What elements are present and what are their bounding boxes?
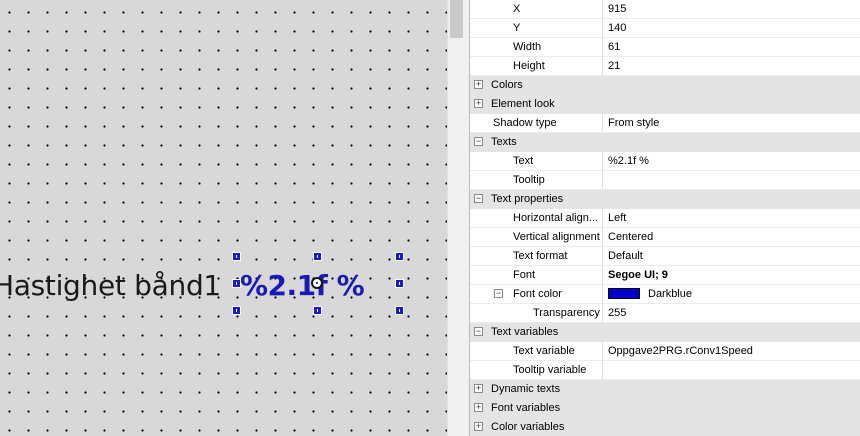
property-row-text-format[interactable]: Text format Default xyxy=(470,247,860,266)
expand-icon[interactable]: + xyxy=(474,384,483,393)
property-row-shadow-type[interactable]: Shadow type From style xyxy=(470,114,860,133)
property-value[interactable]: Centered xyxy=(608,228,860,246)
design-canvas[interactable]: Hastighet bånd1 %2.1f % xyxy=(0,0,447,436)
property-name: Shadow type xyxy=(493,117,557,129)
property-value[interactable]: Segoe UI; 9 xyxy=(608,266,860,284)
property-value[interactable]: Left xyxy=(608,209,860,227)
property-row-height[interactable]: Height 21 xyxy=(470,57,860,76)
label-element[interactable]: Hastighet bånd1 xyxy=(0,266,221,306)
category-texts[interactable]: − Texts xyxy=(470,133,860,152)
property-row-x[interactable]: X 915 xyxy=(470,0,860,19)
property-value[interactable]: 255 xyxy=(608,304,860,322)
property-row-transparency[interactable]: Transparency 255 xyxy=(470,304,860,323)
color-swatch xyxy=(608,288,640,299)
property-row-font[interactable]: Font Segoe UI; 9 xyxy=(470,266,860,285)
category-colors[interactable]: + Colors xyxy=(470,76,860,95)
category-dynamic-texts[interactable]: + Dynamic texts xyxy=(470,380,860,399)
category-label: Colors xyxy=(491,79,523,91)
expand-icon[interactable]: + xyxy=(474,422,483,431)
property-name: Font xyxy=(513,269,536,281)
property-name: Height xyxy=(513,60,545,72)
property-value[interactable]: 61 xyxy=(608,38,860,56)
property-row-width[interactable]: Width 61 xyxy=(470,38,860,57)
scrollbar-thumb[interactable] xyxy=(450,0,463,38)
property-grid: X 915 Y 140 Width 61 Height 21 + Colors … xyxy=(470,0,860,436)
category-label: Element look xyxy=(491,98,555,110)
category-label: Font variables xyxy=(491,402,561,414)
property-name: Width xyxy=(513,41,542,53)
property-name: Y xyxy=(513,22,521,34)
category-label: Text variables xyxy=(491,326,559,338)
property-value[interactable] xyxy=(608,361,860,379)
property-value[interactable]: 21 xyxy=(608,57,860,75)
property-value[interactable]: Darkblue xyxy=(608,285,860,303)
resize-handle-middle-left[interactable] xyxy=(232,279,241,288)
property-value[interactable]: 915 xyxy=(608,0,860,18)
collapse-icon[interactable]: − xyxy=(474,137,483,146)
expand-icon[interactable]: + xyxy=(474,99,483,108)
property-name: X xyxy=(513,3,521,15)
category-label: Texts xyxy=(491,136,517,148)
property-row-vertical-alignment[interactable]: Vertical alignment Centered xyxy=(470,228,860,247)
property-name: Text variable xyxy=(513,345,575,357)
property-row-text[interactable]: Text %2.1f % xyxy=(470,152,860,171)
resize-handle-bottom-right[interactable] xyxy=(395,306,404,315)
resize-handle-top-left[interactable] xyxy=(232,252,241,261)
resize-handle-top-right[interactable] xyxy=(395,252,404,261)
category-label: Text properties xyxy=(491,193,564,205)
property-row-tooltip-variable[interactable]: Tooltip variable xyxy=(470,361,860,380)
property-name: Tooltip xyxy=(513,174,545,186)
property-name: Horizontal align... xyxy=(513,212,598,224)
category-text-variables[interactable]: − Text variables xyxy=(470,323,860,342)
property-name: Vertical alignment xyxy=(513,231,600,243)
property-value[interactable]: From style xyxy=(608,114,860,132)
property-value[interactable]: 140 xyxy=(608,19,860,37)
collapse-icon[interactable]: − xyxy=(474,194,483,203)
property-value[interactable]: %2.1f % xyxy=(608,152,860,170)
property-name: Transparency xyxy=(533,307,600,319)
resize-handle-top-center[interactable] xyxy=(313,252,322,261)
resize-handle-bottom-left[interactable] xyxy=(232,306,241,315)
property-row-text-variable[interactable]: Text variable Oppgave2PRG.rConv1Speed xyxy=(470,342,860,361)
expand-icon[interactable]: + xyxy=(474,403,483,412)
category-font-variables[interactable]: + Font variables xyxy=(470,399,860,418)
property-row-font-color[interactable]: − Font color Darkblue xyxy=(470,285,860,304)
canvas-vertical-scrollbar[interactable] xyxy=(447,0,466,436)
category-label: Dynamic texts xyxy=(491,383,561,395)
property-value[interactable]: Default xyxy=(608,247,860,265)
expand-icon[interactable]: + xyxy=(474,80,483,89)
property-value[interactable]: Oppgave2PRG.rConv1Speed xyxy=(608,342,860,360)
category-color-variables[interactable]: + Color variables xyxy=(470,418,860,436)
rotation-pivot-icon[interactable] xyxy=(311,277,323,289)
collapse-icon[interactable]: − xyxy=(474,327,483,336)
property-row-y[interactable]: Y 140 xyxy=(470,19,860,38)
property-row-tooltip[interactable]: Tooltip xyxy=(470,171,860,190)
resize-handle-bottom-center[interactable] xyxy=(313,306,322,315)
color-name: Darkblue xyxy=(648,288,693,300)
property-name: Text xyxy=(513,155,534,167)
selected-text-element[interactable]: %2.1f % xyxy=(240,266,365,306)
property-value[interactable] xyxy=(608,171,860,189)
property-name: Text format xyxy=(513,250,568,262)
collapse-icon[interactable]: − xyxy=(494,289,503,298)
property-name: Tooltip variable xyxy=(513,364,587,376)
resize-handle-middle-right[interactable] xyxy=(395,279,404,288)
property-row-horizontal-alignment[interactable]: Horizontal align... Left xyxy=(470,209,860,228)
property-name: Font color xyxy=(513,288,562,300)
category-element-look[interactable]: + Element look xyxy=(470,95,860,114)
category-text-properties[interactable]: − Text properties xyxy=(470,190,860,209)
category-label: Color variables xyxy=(491,421,565,433)
